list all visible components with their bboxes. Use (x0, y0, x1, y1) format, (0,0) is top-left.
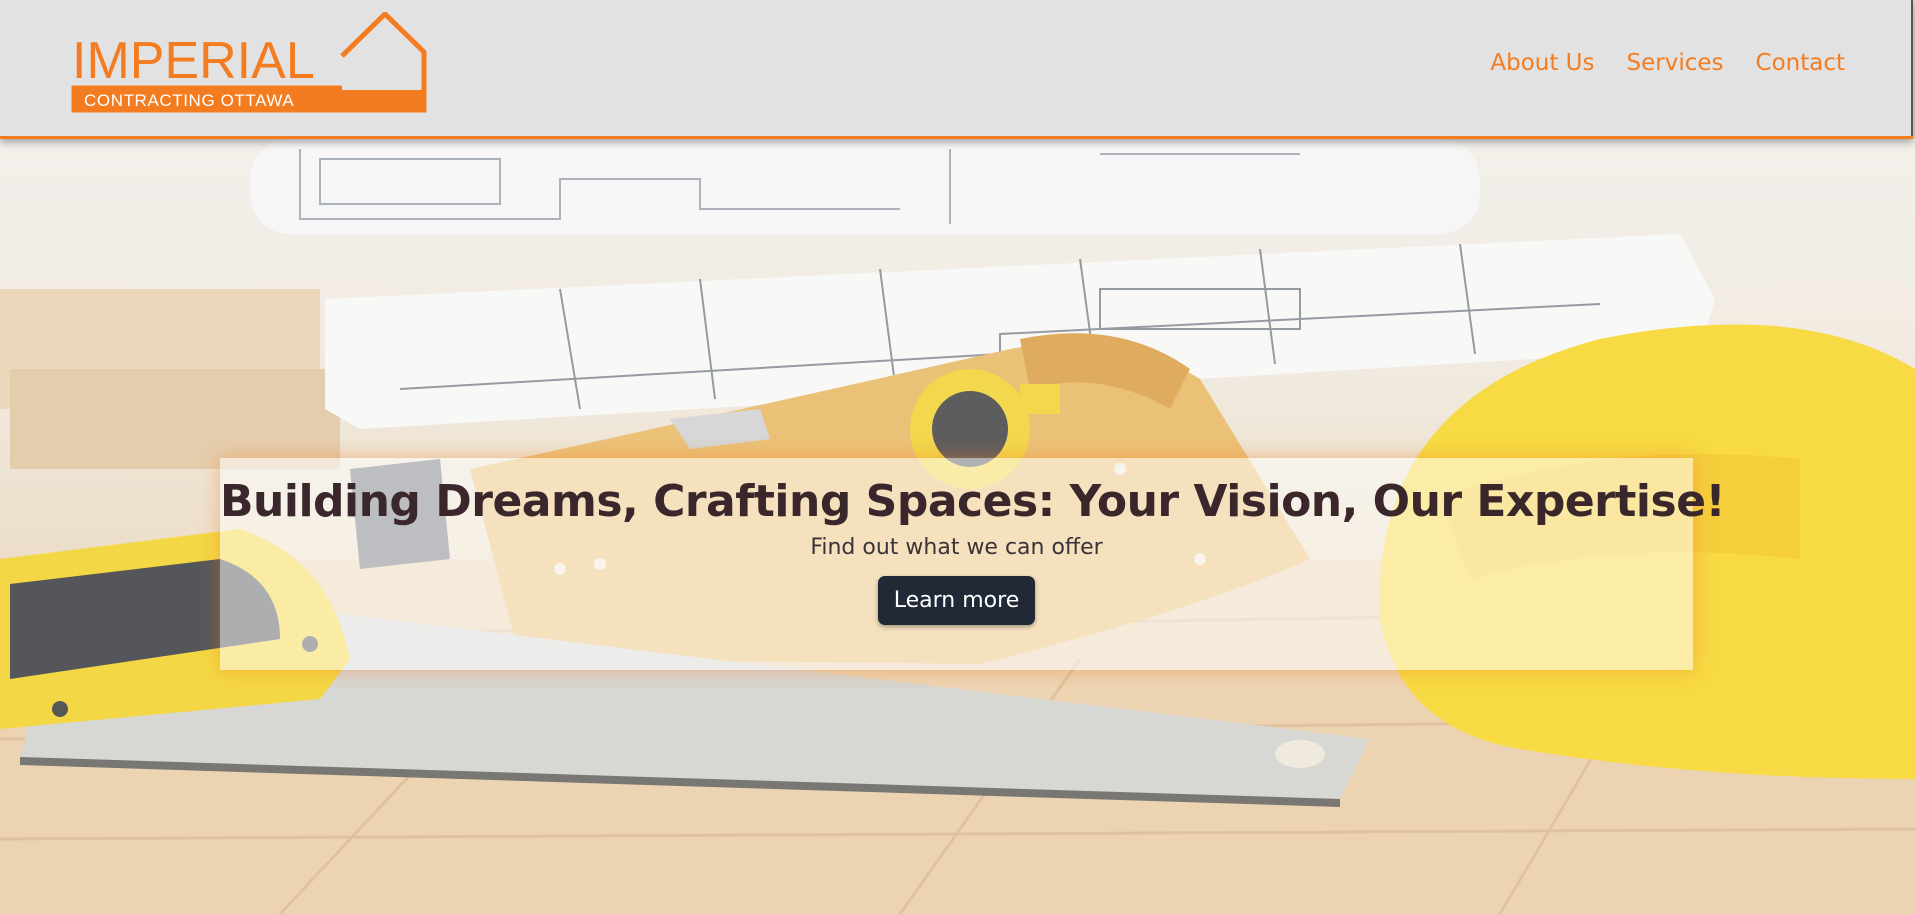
imperial-logo[interactable]: IMPERIAL CONTRACTING OTTAWA (70, 12, 430, 114)
nav-link-contact[interactable]: Contact (1756, 50, 1845, 76)
hero-title: Building Dreams, Crafting Spaces: Your V… (220, 476, 1726, 527)
scrollbar-edge (1911, 0, 1913, 136)
svg-text:IMPERIAL: IMPERIAL (72, 32, 315, 90)
svg-text:CONTRACTING OTTAWA: CONTRACTING OTTAWA (84, 91, 294, 110)
hero-card: Building Dreams, Crafting Spaces: Your V… (220, 458, 1726, 670)
learn-more-button[interactable]: Learn more (877, 576, 1036, 625)
hero-subtitle: Find out what we can offer (810, 535, 1103, 560)
nav-link-services[interactable]: Services (1627, 50, 1724, 76)
hero-section: Building Dreams, Crafting Spaces: Your V… (0, 139, 1915, 914)
site-header: IMPERIAL CONTRACTING OTTAWA About Us Ser… (0, 0, 1913, 139)
main-nav: About Us Services Contact (1490, 50, 1845, 76)
nav-link-about-us[interactable]: About Us (1490, 50, 1594, 76)
logo-house-icon: IMPERIAL CONTRACTING OTTAWA (71, 12, 427, 113)
